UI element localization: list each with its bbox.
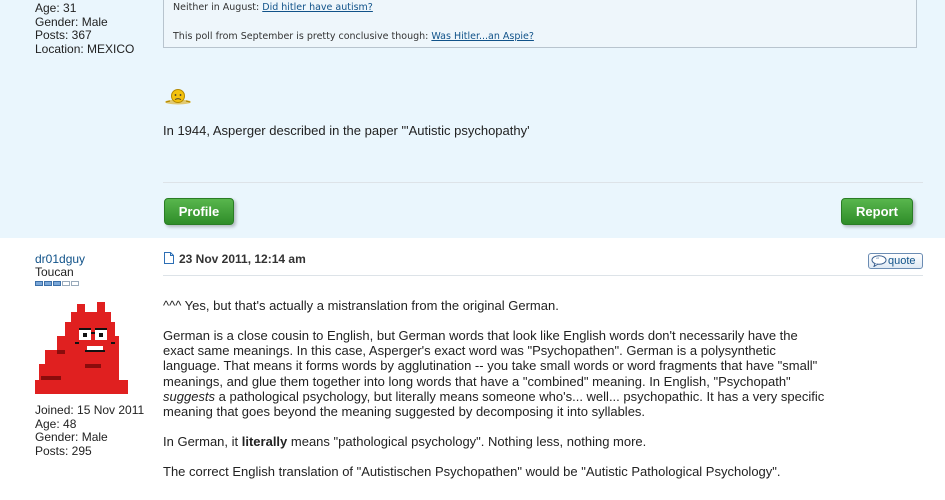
author-posts: Posts: 367 [35, 28, 92, 42]
rank-pip [35, 281, 43, 286]
quote-line-1: Neither in August: Did hitler have autis… [173, 2, 373, 13]
para-2-line: meaning that goes beyond the meaning sug… [163, 404, 646, 420]
author-location: Location: MEXICO [35, 41, 135, 56]
post-document-icon[interactable] [164, 252, 174, 264]
quote-text-1: Neither in August: [173, 2, 263, 13]
bold-literally: literally [241, 434, 288, 449]
rank-pip [53, 281, 61, 286]
para-2-line: meanings, and glue them together into lo… [163, 373, 791, 389]
author-age: Age: 31 [35, 1, 77, 15]
rank-pip [44, 281, 52, 286]
post-2-posts: Posts: 295 [35, 443, 92, 458]
report-button[interactable]: Report [841, 198, 913, 225]
post-2-rank: Toucan [35, 265, 74, 279]
author-gender: Gender: Male [35, 14, 108, 29]
post-2-joined: Joined: 15 Nov 2011 [35, 403, 145, 417]
post-2-date: 23 Nov 2011, 12:14 am [179, 252, 306, 266]
para-2-line: German is a close cousin to English, but… [163, 328, 798, 343]
emphasis-suggests: suggests [163, 388, 216, 404]
post-2-para-4: The correct English translation of "Auti… [163, 464, 781, 479]
post-2-age: Age: 48 [35, 416, 77, 431]
link-was-hitler-an-aspie[interactable]: Was Hitler...an Aspie? [431, 31, 534, 42]
post-2-para-1: ^^^ Yes, but that's actually a mistransl… [163, 298, 559, 313]
post-2-para-2: German is a close cousin to English, but… [163, 328, 853, 419]
para-2-line: language. That means it forms words by a… [163, 358, 818, 374]
quote-line-2: This poll from September is pretty concl… [173, 31, 534, 42]
quote-button[interactable]: ” quote [868, 253, 923, 269]
link-did-hitler-have-autism[interactable]: Did hitler have autism? [262, 2, 373, 13]
post-2-username[interactable]: dr01dguy [35, 252, 85, 266]
quote-text-2: This poll from September is pretty concl… [173, 31, 432, 42]
para-3-a: In German, it [163, 434, 242, 449]
post-1: Age: 31 Gender: Male Posts: 367 Location… [0, 0, 945, 238]
avatar[interactable] [35, 296, 128, 394]
post-2-para-3: In German, it literally means "pathologi… [163, 434, 646, 449]
svg-text:”: ” [876, 257, 879, 264]
sad-smiley-icon [165, 89, 191, 105]
profile-button[interactable]: Profile [164, 198, 234, 225]
quote-block: Neither in August: Did hitler have autis… [163, 0, 917, 48]
post-2-divider [163, 275, 923, 276]
quote-label: quote [888, 255, 916, 267]
speech-bubble-icon: ” [871, 255, 887, 267]
post-1-divider [163, 182, 923, 183]
para-2-line: exact same meanings. In this case, Asper… [163, 343, 776, 359]
post-1-body: In 1944, Asperger described in the paper… [163, 123, 530, 138]
rank-pips [35, 281, 79, 286]
rank-pip [62, 281, 70, 286]
rank-pip [71, 281, 79, 286]
para-3-b: means "pathological psychology". Nothing… [287, 434, 647, 449]
post-2-gender: Gender: Male [35, 430, 108, 444]
para-2-line-5-rest: a pathological psychology, but literally… [215, 388, 825, 404]
para-2-line: suggests a pathological psychology, but … [163, 389, 853, 404]
